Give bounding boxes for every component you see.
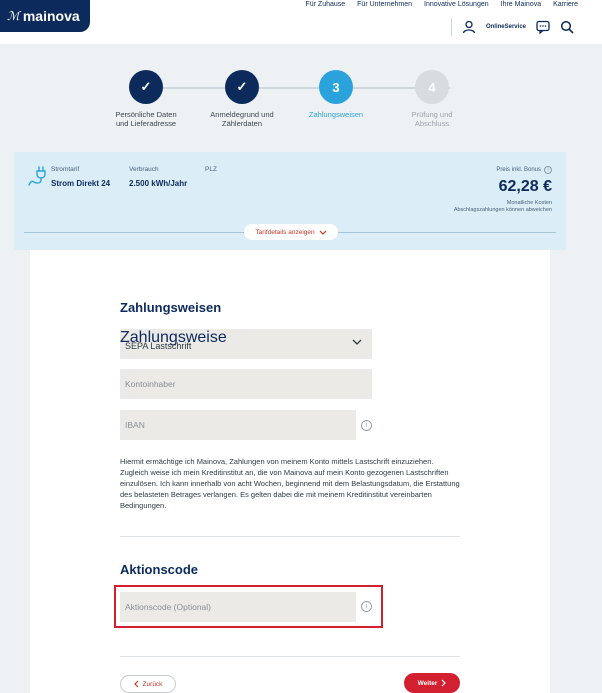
online-service-link[interactable]: OnlineService — [486, 24, 526, 30]
info-icon[interactable]: i — [361, 420, 372, 431]
chevron-right-icon — [441, 679, 447, 687]
nav-item-zuhause[interactable]: Für Zuhause — [305, 1, 345, 8]
step-4-label: Prüfung und Abschluss — [411, 110, 453, 128]
nav-item-unternehmen[interactable]: Für Unternehmen — [357, 1, 412, 8]
monthly-price: 62,28 € — [498, 178, 552, 195]
tariff-column: Stromtarif Strom Direkt 24 — [51, 166, 110, 188]
step-3-number: 3 — [319, 70, 353, 104]
section-divider — [120, 656, 460, 657]
plz-column: PLZ — [205, 166, 217, 179]
step-4: 4 Prüfung und Abschluss — [387, 70, 477, 128]
payment-heading: Zahlungsweisen — [120, 300, 222, 315]
promo-heading: Aktionscode — [120, 562, 199, 577]
step-4-number: 4 — [415, 70, 449, 104]
stromtarif-value: Strom Direkt 24 — [51, 179, 111, 188]
nav-item-innovative[interactable]: Innovative Lösungen — [424, 1, 489, 8]
checkmark-icon: ✓ — [225, 70, 259, 104]
step-2[interactable]: ✓ Anmeldegrund und Zählerdaten — [197, 70, 287, 128]
step-1-label: Persönliche Daten und Lieferadresse — [115, 110, 177, 128]
progress-steps: ✓ Persönliche Daten und Lieferadresse ✓ A… — [108, 70, 488, 140]
verbrauch-caption: Verbrauch — [129, 166, 159, 173]
top-navigation: Für Zuhause Für Unternehmen Innovative L… — [305, 1, 578, 8]
chevron-down-icon — [352, 339, 362, 345]
sepa-mandate-text: Hiermit ermächtige ich Mainova, Zahlunge… — [120, 457, 460, 510]
toolbar-divider — [450, 18, 452, 36]
tariff-summary: Stromtarif Strom Direkt 24 Verbrauch 2.5… — [14, 152, 566, 250]
next-button[interactable]: Weiter — [404, 673, 460, 693]
checkmark-icon: ✓ — [129, 70, 163, 104]
nav-item-karriere[interactable]: Karriere — [553, 1, 578, 8]
payment-method-select[interactable]: Zahlungsweise SEPA Lastschrift — [120, 329, 372, 359]
nav-item-ihre-mainova[interactable]: Ihre Mainova — [501, 1, 541, 8]
iban-placeholder: IBAN — [125, 420, 145, 430]
verbrauch-value: 2.500 kWh/Jahr — [129, 179, 188, 188]
step-3: 3 Zahlungsweisen — [291, 70, 381, 119]
info-icon[interactable]: i — [544, 166, 552, 174]
verbrauch-column: Verbrauch 2.500 kWh/Jahr — [129, 166, 187, 188]
promo-code-placeholder: Aktionscode (Optional) — [125, 602, 211, 612]
section-divider — [120, 536, 460, 537]
step-2-label: Anmeldegrund und Zählerdaten — [210, 110, 274, 128]
payment-method-value: SEPA Lastschrift — [125, 341, 192, 351]
info-icon[interactable]: i — [361, 601, 372, 612]
account-holder-input[interactable]: Kontoinhaber — [120, 369, 372, 399]
step-1[interactable]: ✓ Persönliche Daten und Lieferadresse — [101, 70, 191, 128]
logo-mark: ℳ — [7, 9, 20, 23]
price-caption: Preis inkl. Bonus i — [496, 166, 552, 174]
logo-text: mainova — [22, 8, 80, 24]
chevron-left-icon — [133, 680, 138, 688]
tariff-details-button[interactable]: Tarifdetails anzeigen — [244, 224, 338, 240]
plug-icon — [28, 166, 46, 186]
back-button[interactable]: Zurück — [120, 675, 176, 693]
step-3-label: Zahlungsweisen — [308, 110, 364, 119]
payment-form-card: Zahlungsweisen Zahlungsweise SEPA Lastsc… — [30, 250, 550, 693]
stromtarif-caption: Stromtarif — [51, 166, 80, 173]
plz-caption: PLZ — [205, 166, 217, 173]
promo-code-input[interactable]: Aktionscode (Optional) — [120, 592, 356, 622]
price-note: Monatliche Kosten Abschlagszahlungen könn… — [453, 200, 552, 213]
iban-input[interactable]: IBAN — [120, 410, 356, 440]
search-icon[interactable] — [560, 20, 574, 34]
header-toolbar: OnlineService — [450, 18, 574, 36]
account-holder-placeholder: Kontoinhaber — [125, 379, 176, 389]
site-header: ℳ mainova Für Zuhause Für Unternehmen In… — [0, 0, 602, 44]
user-icon[interactable] — [462, 20, 476, 34]
mainova-logo[interactable]: ℳ mainova — [0, 0, 90, 32]
chat-icon[interactable] — [536, 20, 550, 34]
chevron-down-icon — [319, 230, 327, 235]
